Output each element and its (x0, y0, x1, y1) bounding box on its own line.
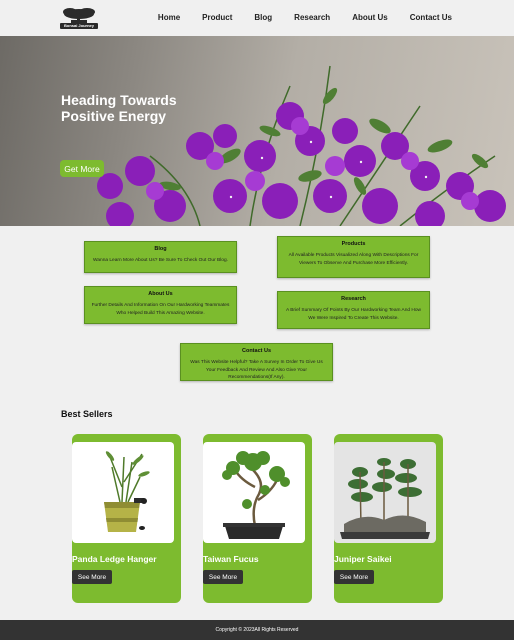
copyright-text: Copyright © 2023All Rights Reserved (215, 627, 299, 633)
card-title: Blog (154, 246, 167, 252)
product-name: Taiwan Fucus (203, 554, 259, 564)
nav-contact-us[interactable]: Contact Us (410, 13, 452, 22)
see-more-button[interactable]: See More (203, 570, 243, 584)
nav-home[interactable]: Home (158, 13, 180, 22)
hero-banner: Heading Towards Positive Energy Get More (0, 36, 514, 226)
product-card-juniper-saikei: Juniper Saikei See More (334, 434, 443, 603)
product-image[interactable] (334, 442, 436, 543)
product-name: Juniper Saikei (334, 554, 392, 564)
site-footer: Copyright © 2023All Rights Reserved (0, 620, 514, 640)
logo[interactable]: Bonsai Journey (60, 7, 98, 29)
get-more-button[interactable]: Get More (60, 160, 104, 177)
card-title: About Us (148, 291, 173, 297)
nav-product[interactable]: Product (202, 13, 232, 22)
product-image[interactable] (72, 442, 174, 543)
product-card-panda-ledge-hanger: Panda Ledge Hanger See More (72, 434, 181, 603)
card-text: Wanna Learn More About Us? Be Sure To Ch… (93, 258, 228, 263)
products-card[interactable]: Products All Available Products Visualiz… (277, 236, 430, 278)
bonsai-logo-icon (63, 8, 95, 24)
product-name: Panda Ledge Hanger (72, 554, 157, 564)
product-card-taiwan-fucus: Taiwan Fucus See More (203, 434, 312, 603)
ficus-bonsai-image (222, 451, 290, 539)
card-title: Contact Us (241, 348, 272, 354)
research-card[interactable]: Research A Brief Summary Of Points By Ou… (277, 291, 430, 329)
card-text: Was This Website Helpful? Take A Survey … (190, 360, 323, 380)
bougainvillea-image (97, 65, 506, 226)
nav-blog[interactable]: Blog (254, 13, 272, 22)
main-nav: Home Product Blog Research About Us Cont… (158, 13, 452, 22)
hero-heading: Heading Towards Positive Energy (61, 92, 177, 124)
card-text: All Available Products Visualized Along … (288, 253, 419, 266)
nav-research[interactable]: Research (294, 13, 330, 22)
see-more-button[interactable]: See More (334, 570, 374, 584)
see-more-button[interactable]: See More (72, 570, 112, 584)
card-title: Products (341, 241, 366, 247)
best-sellers-heading: Best Sellers (61, 409, 113, 419)
nav-about-us[interactable]: About Us (352, 13, 388, 22)
juniper-saikei-image (340, 458, 430, 539)
product-image[interactable] (203, 442, 305, 543)
site-header: Bonsai Journey Home Product Blog Researc… (0, 0, 514, 36)
logo-text: Bonsai Journey (60, 23, 98, 29)
about-us-card[interactable]: About Us Further Details And Information… (84, 286, 237, 324)
blog-card[interactable]: Blog Wanna Learn More About Us? Be Sure … (84, 241, 237, 273)
contact-us-card[interactable]: Contact Us Was This Website Helpful? Tak… (180, 343, 333, 381)
card-text: Further Details And Information On Our H… (91, 303, 230, 316)
card-title: Research (341, 296, 366, 302)
bamboo-planter-image (104, 451, 150, 532)
card-text: A Brief Summary Of Points By Our Hardwor… (285, 308, 422, 321)
